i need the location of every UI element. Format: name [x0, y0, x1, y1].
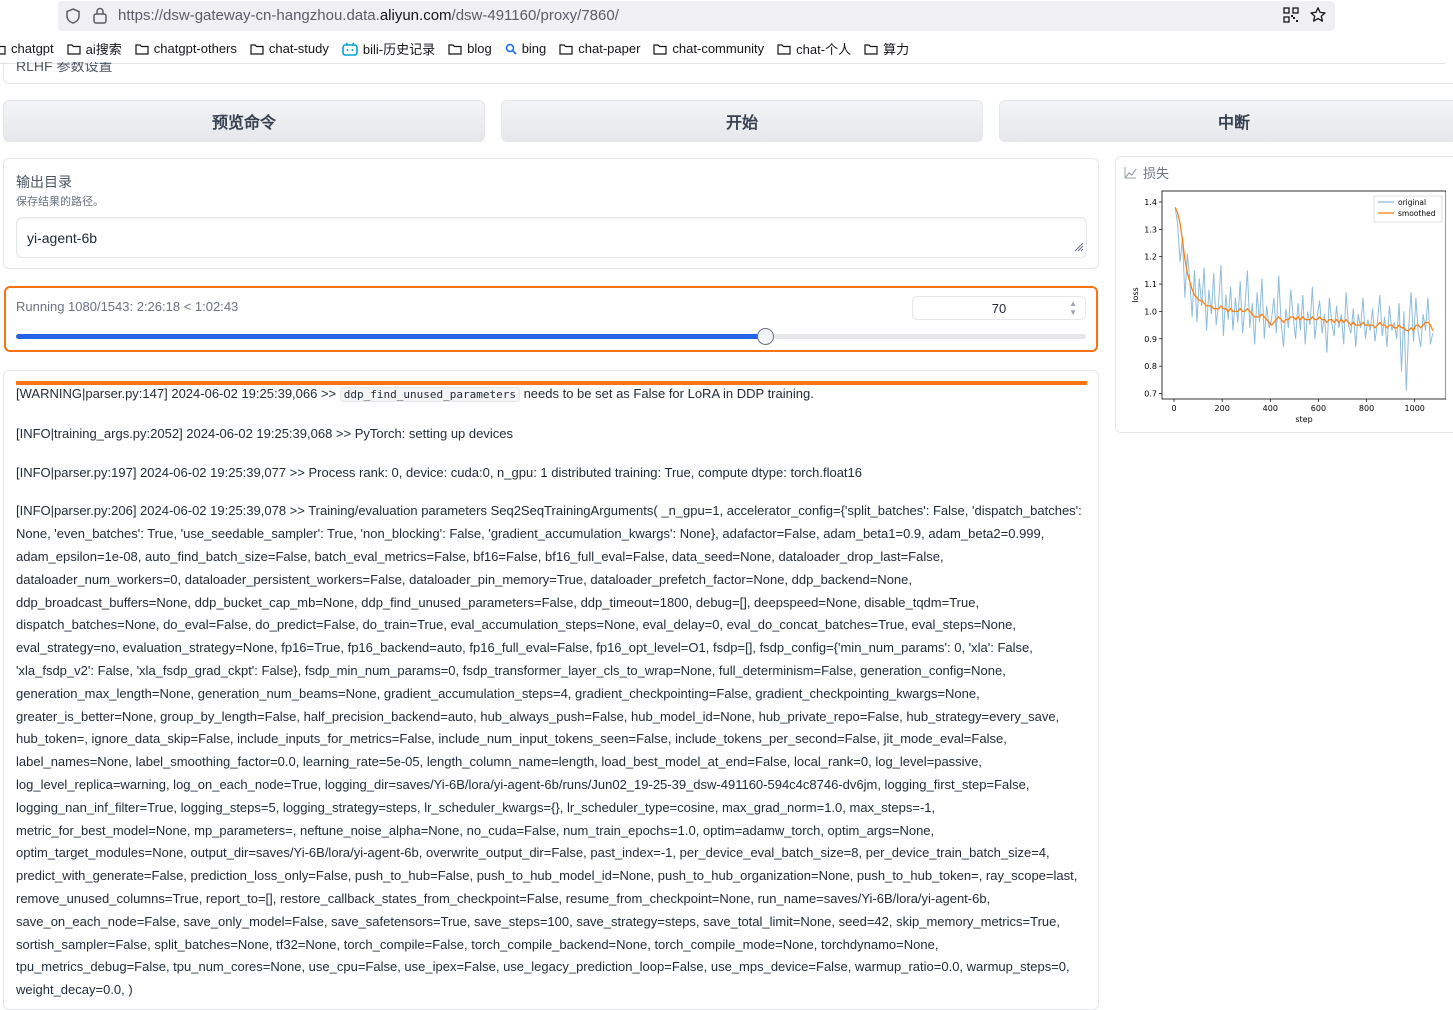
bookmark-item[interactable]: bili-历史记录: [342, 39, 435, 58]
output-dir-hint: 保存结果的路径。: [16, 196, 104, 208]
output-dir-panel: 输出目录 保存结果的路径。 yi-agent-6b: [3, 158, 1099, 269]
output-dir-label: 输出目录: [16, 174, 72, 190]
progress-number-input[interactable]: 70 ▲ ▼: [912, 296, 1086, 320]
bookmark-label: 算力: [883, 42, 910, 57]
loss-chart: 0 200 400 600 800 1000 0.7 0.8 0.9 1.0 1.1 1.2 1.3 1.…: [1131, 190, 1446, 424]
log-line: [WARNING|parser.py:147] 2024-06-02 19:25…: [16, 386, 814, 402]
folder-icon: [777, 43, 796, 55]
bookmark-label: chat-个人: [796, 42, 852, 57]
log-code: ddp_find_unused_parameters: [339, 387, 520, 402]
bookmark-label: chat-study: [268, 41, 329, 56]
x-tick-label: 200: [1215, 404, 1230, 413]
output-dir-input[interactable]: yi-agent-6b: [16, 217, 1087, 258]
bookmark-label: bili-历史记录: [362, 42, 436, 57]
y-tick-label: 1.3: [1144, 225, 1157, 234]
lock-icon[interactable]: [92, 6, 108, 29]
search-icon: [505, 43, 522, 55]
y-tick-label: 1.4: [1144, 198, 1157, 207]
progress-label: Running 1080/1543: 2:26:18 < 1:02:43: [16, 299, 239, 314]
bookmark-label: blog: [467, 41, 492, 56]
y-tick-label: 1.0: [1144, 307, 1157, 316]
loss-plot-panel: 损失 0 200 400 600 800 1000 0.7 0.8 0.9 1.0 1.1 1.2 1.…: [1115, 156, 1453, 433]
rlhf-settings-label: RLHF 参数设置: [16, 62, 113, 74]
progress-slider-thumb[interactable]: [757, 328, 774, 345]
y-axis-label: loss: [1131, 287, 1140, 302]
bookmark-item[interactable]: chat-paper: [559, 41, 640, 56]
browser-address-bar: https://dsw-gateway-cn-hangzhou.data.ali…: [0, 0, 1453, 34]
loss-plot-title: 损失: [1143, 166, 1170, 181]
folder-icon: [864, 43, 883, 55]
bookmark-item[interactable]: chat-个人: [777, 39, 851, 58]
progress-number-value: 70: [991, 300, 1007, 316]
bookmark-star-icon[interactable]: [1309, 6, 1327, 29]
start-button[interactable]: 开始: [501, 100, 983, 142]
bookmark-label: chat-community: [672, 41, 765, 56]
y-tick-label: 0.8: [1144, 362, 1157, 371]
output-dir-value: yi-agent-6b: [27, 230, 98, 246]
folder-icon: [448, 43, 467, 55]
bookmarks-bar: chatgpt ai搜索 chatgpt-others chat-study bili-…: [0, 34, 1445, 64]
y-tick-label: 0.9: [1144, 335, 1157, 344]
folder-icon: [0, 43, 11, 55]
resize-handle-icon[interactable]: [1072, 239, 1084, 255]
bookmark-item[interactable]: chat-study: [250, 41, 329, 56]
training-progress-panel: Running 1080/1543: 2:26:18 < 1:02:43 70 …: [4, 286, 1098, 352]
folder-icon: [559, 43, 578, 55]
bookmark-item[interactable]: chatgpt-others: [135, 41, 237, 56]
abort-button[interactable]: 中断: [999, 100, 1453, 142]
rlhf-settings-accordion[interactable]: RLHF 参数设置: [3, 62, 1453, 84]
chart-icon: [1124, 167, 1137, 179]
log-output-text: [WARNING|parser.py:147] 2024-06-02 19:25…: [16, 383, 1090, 1009]
bookmark-item[interactable]: chat-community: [653, 41, 764, 56]
bookmark-item[interactable]: 算力: [864, 39, 909, 58]
qr-code-icon[interactable]: [1283, 7, 1299, 28]
x-tick-label: 1000: [1405, 404, 1425, 413]
folder-icon: [250, 43, 269, 55]
progress-slider-fill: [16, 334, 765, 339]
shield-icon[interactable]: [64, 7, 82, 30]
bookmark-item[interactable]: chatgpt: [0, 41, 54, 56]
bookmark-label: bing: [521, 41, 547, 56]
bookmark-label: chat-paper: [578, 41, 641, 56]
x-tick-label: 600: [1311, 404, 1326, 413]
bookmark-item[interactable]: bing: [505, 41, 547, 56]
bilibili-icon: [342, 42, 363, 56]
y-tick-label: 1.1: [1144, 280, 1157, 289]
url-field[interactable]: https://dsw-gateway-cn-hangzhou.data.ali…: [58, 1, 1335, 31]
log-line: [INFO|parser.py:206] 2024-06-02 19:25:39…: [16, 503, 1082, 998]
progress-slider[interactable]: [16, 328, 1086, 345]
loss-plot-header: 损失: [1124, 163, 1169, 182]
number-stepper-icon[interactable]: ▲ ▼: [1069, 299, 1077, 317]
log-line: [INFO|parser.py:197] 2024-06-02 19:25:39…: [16, 464, 863, 480]
log-output-panel: [WARNING|parser.py:147] 2024-06-02 19:25…: [3, 370, 1099, 1010]
bookmark-label: chatgpt: [11, 41, 54, 56]
legend-label: original: [1398, 198, 1426, 207]
x-tick-label: 800: [1359, 404, 1374, 413]
bookmark-label: ai搜索: [85, 42, 122, 57]
x-axis-label: step: [1295, 415, 1312, 424]
x-tick-label: 0: [1171, 404, 1176, 413]
bookmark-label: chatgpt-others: [153, 41, 237, 56]
bookmark-item[interactable]: ai搜索: [67, 39, 122, 58]
y-tick-label: 1.2: [1144, 253, 1157, 262]
bookmark-item[interactable]: blog: [448, 41, 492, 56]
url-text[interactable]: https://dsw-gateway-cn-hangzhou.data.ali…: [118, 7, 619, 24]
preview-command-button[interactable]: 预览命令: [3, 100, 485, 142]
log-line: [INFO|training_args.py:2052] 2024-06-02 …: [16, 425, 513, 441]
x-tick-label: 400: [1263, 404, 1278, 413]
folder-icon: [653, 43, 672, 55]
folder-icon: [67, 43, 86, 55]
folder-icon: [135, 43, 154, 55]
legend-label: smoothed: [1398, 209, 1436, 218]
y-tick-label: 0.7: [1144, 390, 1157, 399]
